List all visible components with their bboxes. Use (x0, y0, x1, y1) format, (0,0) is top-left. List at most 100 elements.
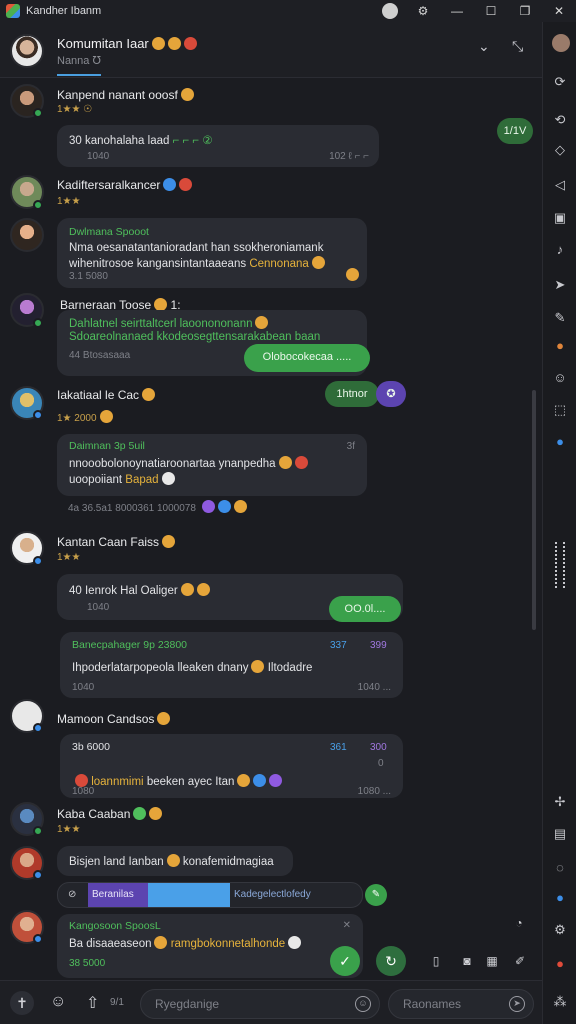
message-bubble[interactable]: 30 kanohalaha laad ⌐ ⌐ ⌐ ② 1040 102 ℓ ⌐ … (57, 125, 379, 167)
search-input[interactable]: Raonames ➤ (388, 989, 534, 1019)
message-tag: 399 (370, 640, 387, 651)
right-sidebar: ⟳ ⟲ ◇ ◁ ▣ ♪ ➤ ✎ ● ☺ ⬚ ● ✢ ▤ ◌ ● ⚙ ● ⁂ (542, 22, 576, 1024)
sync-icon[interactable]: ⟲ (552, 112, 568, 128)
pin-icon[interactable]: ✢ (552, 794, 568, 810)
outgoing-message[interactable]: OO.0l.... (329, 596, 401, 622)
close-button[interactable]: ✕ (542, 4, 576, 18)
attachment-name: Kadegelectlofedy (234, 889, 311, 900)
outgoing-message[interactable]: 1/1V (497, 118, 533, 144)
message-header-right: 337 (330, 640, 347, 651)
message-time: 3.1 5080 (69, 271, 108, 282)
message-input[interactable]: Ryegdanige ☺ (140, 989, 380, 1019)
compose-bar: ✝ ☺ ⇧ 9/1 Ryegdanige ☺ Raonames ➤ (0, 980, 542, 1024)
attachment-bar[interactable]: ⊘ Beranilas Kadegelectlofedy (57, 882, 363, 908)
online-status-badge (33, 723, 43, 733)
message-bubble[interactable]: Kangosoon SpoosL ✕ Ba disaaeaseon ramgbo… (57, 914, 363, 978)
message-text: 30 kanohalaha laad ⌐ ⌐ ⌐ ② (69, 135, 213, 147)
message-time: 38 5000 (69, 958, 106, 969)
edit-icon[interactable]: ✎ (552, 310, 568, 326)
message-text: wihenitrosoe kangansintantaaeans Cennona… (69, 256, 325, 270)
telegram-icon[interactable]: ● (552, 890, 568, 906)
chat-avatar[interactable] (10, 34, 44, 68)
image-icon[interactable]: ⬚ (552, 402, 568, 418)
message-text: Dahlatnel seirttaltcerl laoonononann (69, 316, 269, 330)
title-bar: Kandher Ibanm ⚙ — ☐ ❐ ✕ (0, 0, 576, 22)
check-icon[interactable]: ✓ (330, 946, 360, 976)
layout-icon[interactable]: ▣ (552, 210, 568, 226)
attach-icon[interactable]: ⊘ (68, 889, 76, 900)
edit-button[interactable]: ✎ (365, 884, 387, 906)
reply-icon[interactable]: ↻ (376, 946, 406, 976)
sender-name: Kaba Caaban (57, 807, 163, 821)
message-text: Bisjen land Ianban konafemidmagiaa (69, 854, 274, 868)
message-header-right: 361 (330, 742, 347, 753)
message-bubble[interactable]: Bisjen land Ianban konafemidmagiaa (57, 846, 293, 876)
message-list: Kanpend nanant ooosf 1★★ ☉ 30 kanohalaha… (0, 80, 542, 980)
grid-icon[interactable]: ▦ (484, 953, 500, 969)
send-icon[interactable]: ➤ (552, 277, 568, 293)
sidebar-avatar[interactable] (552, 34, 570, 52)
avatar[interactable] (10, 218, 44, 252)
settings-icon[interactable]: ⚙ (552, 922, 568, 938)
message-header: Daimnan 3p 5uil (69, 440, 145, 452)
message-text: loannmimi beeken ayec Itan (72, 774, 283, 788)
chat-icon[interactable]: ◇ (552, 142, 568, 158)
attachment-label[interactable]: Beranilas (88, 883, 148, 907)
restore-button[interactable]: ❐ (508, 4, 542, 18)
chevron-down-icon[interactable]: ⌄ (478, 38, 490, 55)
refresh-icon[interactable]: ⟳ (552, 74, 568, 90)
fire-icon[interactable]: ● (552, 338, 568, 354)
pin-icon[interactable]: ✐ (512, 953, 528, 969)
message-time-right: 102 ℓ ⌐ ⌐ (329, 151, 369, 162)
sender-name: Mamoon Candsos (57, 712, 171, 726)
online-status-badge (33, 108, 43, 118)
app-logo-icon (6, 4, 20, 18)
apps-icon[interactable]: ⁂ (552, 994, 568, 1010)
message-bubble[interactable]: 3b 6000 361 300 0 loannmimi beeken ayec … (60, 734, 403, 798)
message-header-right: 3f (346, 441, 355, 452)
chat-header: Komumitan Iaar Nanna ℧ ⌄ ⤡ (0, 22, 542, 78)
message-bubble[interactable]: Daimnan 3p 5uil 3f nnooobolonoynatiaroon… (57, 434, 367, 496)
message-header: 3b 6000 (72, 741, 110, 753)
document-icon[interactable]: ▤ (552, 826, 568, 842)
online-status-badge (33, 826, 43, 836)
chat-title: Komumitan Iaar (57, 36, 197, 51)
upload-icon[interactable]: ⇧ (86, 993, 99, 1013)
share-icon[interactable]: ◁ (552, 177, 568, 193)
timer-icon[interactable]: ◔ (511, 915, 527, 931)
message-tag: 300 (370, 742, 387, 753)
online-status-badge (33, 200, 43, 210)
emoji-icon[interactable]: ☺ (355, 996, 371, 1012)
reaction-emoji[interactable] (346, 268, 359, 281)
outgoing-message[interactable]: 1htnor (325, 381, 379, 407)
reactions-row[interactable]: 4a 36.5a1 8000361 1000078 (68, 500, 247, 514)
sender-meta: 1★★ (57, 552, 81, 563)
sidebar-separator (555, 542, 565, 588)
message-icon[interactable]: ◌ (552, 860, 568, 876)
minimize-button[interactable]: — (440, 4, 474, 18)
close-icon[interactable]: ✕ (343, 920, 351, 931)
settings-icon[interactable]: ⚙ (406, 4, 440, 18)
active-tab-indicator (57, 74, 101, 76)
online-status-badge (33, 556, 43, 566)
message-text: Sdoareolnanaed kkodeosegttensarakabean b… (69, 331, 321, 343)
maximize-button[interactable]: ☐ (474, 4, 508, 18)
camera-icon[interactable]: ◙ (459, 953, 475, 969)
account-avatar[interactable] (382, 3, 398, 19)
message-text: 40 Ienrok Hal Oaliger (69, 583, 210, 597)
sender-name: Kantan Caan Faiss (57, 535, 176, 549)
message-text: Nma oesanatantanioradant han ssokheronia… (69, 242, 324, 254)
tiktok-icon[interactable]: ♪ (552, 242, 568, 258)
message-bubble[interactable]: Dwlmana Spooot Nma oesanatantanioradant … (57, 218, 367, 288)
collapse-icon[interactable]: ⤡ (512, 38, 523, 55)
notification-icon[interactable]: ● (552, 434, 568, 450)
emoji-icon[interactable]: ☺ (552, 370, 568, 386)
outgoing-message[interactable]: Olobocokecaa ..... (244, 344, 370, 372)
emoji-icon[interactable]: ☺ (50, 993, 66, 1011)
reaction-icon[interactable]: ✪ (376, 381, 406, 407)
add-icon[interactable]: ✝ (10, 991, 34, 1015)
message-bubble[interactable]: Banecpahager 9p 23800 337 399 Ihpoderlat… (60, 632, 403, 698)
record-icon[interactable]: ● (552, 956, 568, 972)
send-icon[interactable]: ➤ (509, 996, 525, 1012)
phone-icon[interactable]: ▯ (428, 953, 444, 969)
